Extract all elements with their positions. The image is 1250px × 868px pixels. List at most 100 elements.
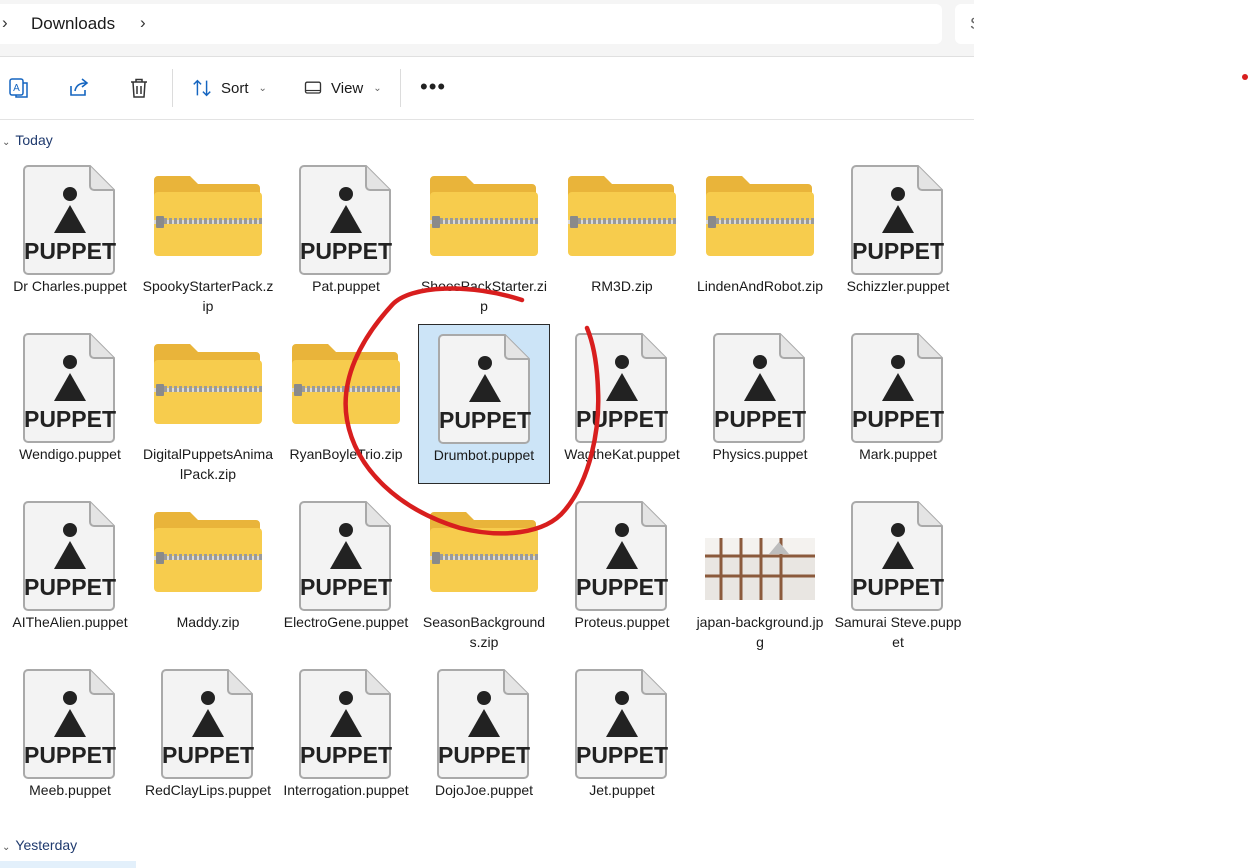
puppet-file-icon: PUPPET bbox=[23, 165, 116, 275]
view-button[interactable]: View ⌄ bbox=[303, 73, 382, 103]
file-thumbnail: PUPPET bbox=[556, 328, 688, 446]
puppet-file-icon: PUPPET bbox=[575, 333, 668, 443]
ai-translate-icon[interactable]: A bbox=[7, 76, 31, 100]
chevron-down-icon: ⌄ bbox=[2, 137, 11, 148]
file-item[interactable]: PUPPET Dr Charles.puppet bbox=[4, 156, 136, 316]
file-thumbnail: PUPPET bbox=[4, 496, 136, 614]
puppet-thumb-text: PUPPET bbox=[576, 406, 668, 432]
file-item[interactable]: PUPPET Pat.puppet bbox=[280, 156, 412, 316]
file-name: Mark.puppet bbox=[859, 446, 937, 462]
puppet-file-icon: PUPPET bbox=[437, 669, 530, 779]
file-name: DojoJoe.puppet bbox=[434, 782, 534, 798]
file-thumbnail bbox=[142, 496, 274, 614]
file-thumbnail: PUPPET bbox=[419, 329, 549, 447]
puppet-file-icon: PUPPET bbox=[23, 501, 116, 611]
file-item[interactable]: SeasonBackgrounds.zip bbox=[418, 492, 550, 652]
file-thumbnail: PUPPET bbox=[832, 328, 964, 446]
file-item[interactable]: PUPPET Schizzler.puppet bbox=[832, 156, 964, 316]
more-icon[interactable]: ••• bbox=[420, 76, 446, 98]
file-item[interactable]: ShoesPackStarter.zip bbox=[418, 156, 550, 316]
file-item[interactable]: japan-background.jpg bbox=[694, 492, 826, 652]
file-name: Dr Charles.puppet bbox=[13, 278, 127, 294]
puppet-thumb-text: PUPPET bbox=[852, 238, 944, 264]
sort-button[interactable]: Sort ⌄ bbox=[191, 73, 267, 103]
file-thumbnail bbox=[280, 328, 412, 446]
red-dot-annotation bbox=[1242, 74, 1248, 80]
file-item[interactable]: PUPPET DojoJoe.puppet bbox=[418, 660, 550, 820]
zip-folder-icon bbox=[154, 344, 262, 424]
file-name: RyanBoyleTrio.zip bbox=[289, 446, 403, 462]
file-thumbnail bbox=[694, 160, 826, 278]
file-name: Jet.puppet bbox=[589, 782, 655, 798]
file-item[interactable]: LindenAndRobot.zip bbox=[694, 156, 826, 316]
file-thumbnail: PUPPET bbox=[832, 496, 964, 614]
file-item[interactable]: RM3D.zip bbox=[556, 156, 688, 316]
file-item[interactable]: Maddy.zip bbox=[142, 492, 274, 652]
file-thumbnail: PUPPET bbox=[280, 664, 412, 782]
file-name: RedClayLips.puppet bbox=[144, 782, 272, 798]
file-item[interactable]: DigitalPuppetsAnimalPack.zip bbox=[142, 324, 274, 484]
file-item[interactable]: PUPPET Mark.puppet bbox=[832, 324, 964, 484]
file-item[interactable]: PUPPET WagtheKat.puppet bbox=[556, 324, 688, 484]
file-name: WagtheKat.puppet bbox=[564, 446, 680, 462]
file-name: SpookyStarterPack.zip bbox=[142, 278, 274, 314]
file-item[interactable]: PUPPET Meeb.puppet bbox=[4, 660, 136, 820]
file-item[interactable]: PUPPET AITheAlien.puppet bbox=[4, 492, 136, 652]
group-header-label: Today bbox=[15, 132, 53, 148]
file-name: RM3D.zip bbox=[591, 278, 653, 294]
file-name: Physics.puppet bbox=[712, 446, 808, 462]
puppet-thumb-text: PUPPET bbox=[300, 742, 392, 768]
file-thumbnail: PUPPET bbox=[4, 160, 136, 278]
file-item[interactable]: PUPPET Wendigo.puppet bbox=[4, 324, 136, 484]
puppet-file-icon: PUPPET bbox=[713, 333, 806, 443]
file-thumbnail bbox=[142, 328, 274, 446]
puppet-thumb-text: PUPPET bbox=[24, 742, 116, 768]
file-thumbnail: PUPPET bbox=[4, 328, 136, 446]
file-thumbnail: PUPPET bbox=[556, 664, 688, 782]
puppet-file-icon: PUPPET bbox=[299, 165, 392, 275]
file-thumbnail bbox=[418, 160, 550, 278]
search-box-text: S bbox=[970, 14, 974, 34]
file-item[interactable]: PUPPET Samurai Steve.puppet bbox=[832, 492, 964, 652]
puppet-file-icon: PUPPET bbox=[575, 669, 668, 779]
file-item[interactable]: PUPPET ElectroGene.puppet bbox=[280, 492, 412, 652]
file-item[interactable]: SpookyStarterPack.zip bbox=[142, 156, 274, 316]
share-icon[interactable] bbox=[67, 76, 91, 100]
file-name: DigitalPuppetsAnimalPack.zip bbox=[143, 446, 273, 482]
chevron-down-icon: ⌄ bbox=[258, 82, 267, 94]
file-name: ElectroGene.puppet bbox=[283, 614, 409, 630]
puppet-file-icon: PUPPET bbox=[575, 501, 668, 611]
puppet-thumb-text: PUPPET bbox=[714, 406, 806, 432]
zip-folder-icon bbox=[430, 512, 538, 592]
puppet-thumb-text: PUPPET bbox=[576, 742, 668, 768]
puppet-thumb-text: PUPPET bbox=[300, 238, 392, 264]
delete-icon[interactable] bbox=[127, 76, 151, 100]
zip-folder-icon bbox=[154, 176, 262, 256]
zip-folder-icon bbox=[292, 344, 400, 424]
file-item[interactable]: PUPPET RedClayLips.puppet bbox=[142, 660, 274, 820]
file-name: ShoesPackStarter.zip bbox=[420, 278, 548, 314]
file-thumbnail: PUPPET bbox=[4, 664, 136, 782]
chevron-right-icon[interactable]: › bbox=[2, 13, 8, 33]
file-item[interactable]: PUPPET Interrogation.puppet bbox=[280, 660, 412, 820]
zip-folder-icon bbox=[706, 176, 814, 256]
file-item[interactable]: PUPPET Jet.puppet bbox=[556, 660, 688, 820]
svg-text:A: A bbox=[13, 83, 20, 94]
group-header-today[interactable]: ⌄ Today bbox=[2, 132, 53, 148]
file-item[interactable]: PUPPET Physics.puppet bbox=[694, 324, 826, 484]
breadcrumb-downloads[interactable]: Downloads bbox=[31, 14, 115, 34]
puppet-thumb-text: PUPPET bbox=[24, 238, 116, 264]
file-item[interactable]: RyanBoyleTrio.zip bbox=[280, 324, 412, 484]
puppet-thumb-text: PUPPET bbox=[24, 574, 116, 600]
puppet-thumb-text: PUPPET bbox=[300, 574, 392, 600]
group-header-yesterday[interactable]: ⌄ Yesterday bbox=[2, 837, 77, 853]
file-name: AITheAlien.puppet bbox=[12, 614, 128, 630]
file-item[interactable]: PUPPET Drumbot.puppet bbox=[418, 324, 550, 484]
divider bbox=[400, 69, 401, 107]
chevron-right-icon[interactable]: › bbox=[140, 13, 146, 33]
file-item[interactable]: PUPPET Proteus.puppet bbox=[556, 492, 688, 652]
command-bar: A Sort ⌄ View ⌄ ••• bbox=[0, 57, 974, 120]
file-name: Samurai Steve.puppet bbox=[834, 614, 962, 650]
file-name: Schizzler.puppet bbox=[846, 278, 950, 294]
divider bbox=[172, 69, 173, 107]
